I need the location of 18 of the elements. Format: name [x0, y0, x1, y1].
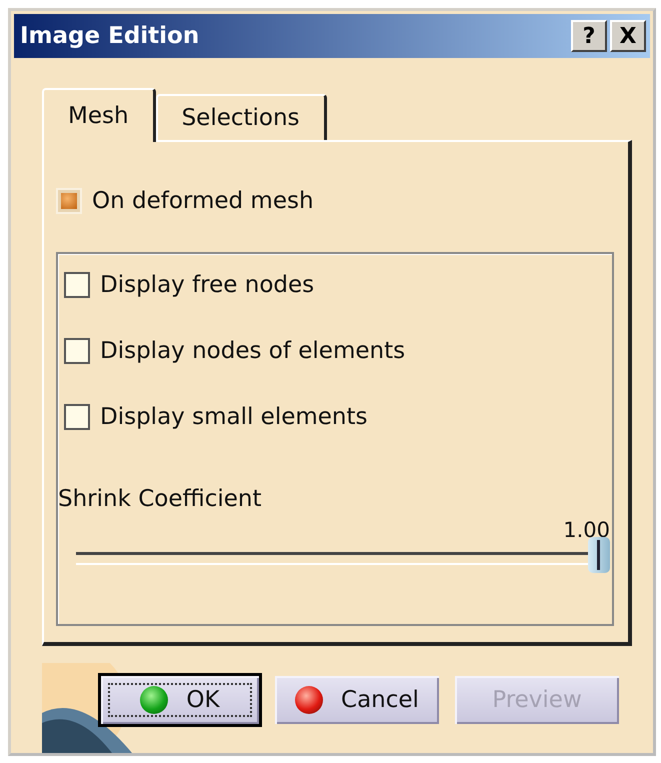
toggle-checkbox[interactable]: [56, 188, 82, 214]
window-title: Image Edition: [20, 23, 200, 49]
ok-button[interactable]: OK: [101, 676, 259, 724]
cancel-button[interactable]: Cancel: [275, 676, 439, 724]
checkbox-label: On deformed mesh: [92, 188, 314, 214]
checkbox-label: Display small elements: [100, 404, 368, 430]
checkbox-label: Display free nodes: [100, 272, 314, 298]
tab[interactable]: Mesh: [42, 88, 156, 142]
slider-value: 1.00: [563, 518, 610, 542]
checkbox[interactable]: [64, 404, 90, 430]
checkbox-label: Display nodes of elements: [100, 338, 406, 364]
tab[interactable]: Selections: [156, 94, 327, 140]
checkbox[interactable]: [64, 338, 90, 364]
help-button[interactable]: ?: [571, 20, 607, 52]
slider-thumb[interactable]: [588, 537, 610, 573]
close-button[interactable]: X: [610, 20, 646, 52]
checkbox[interactable]: [64, 272, 90, 298]
slider-label: Shrink Coefficient: [58, 486, 263, 512]
